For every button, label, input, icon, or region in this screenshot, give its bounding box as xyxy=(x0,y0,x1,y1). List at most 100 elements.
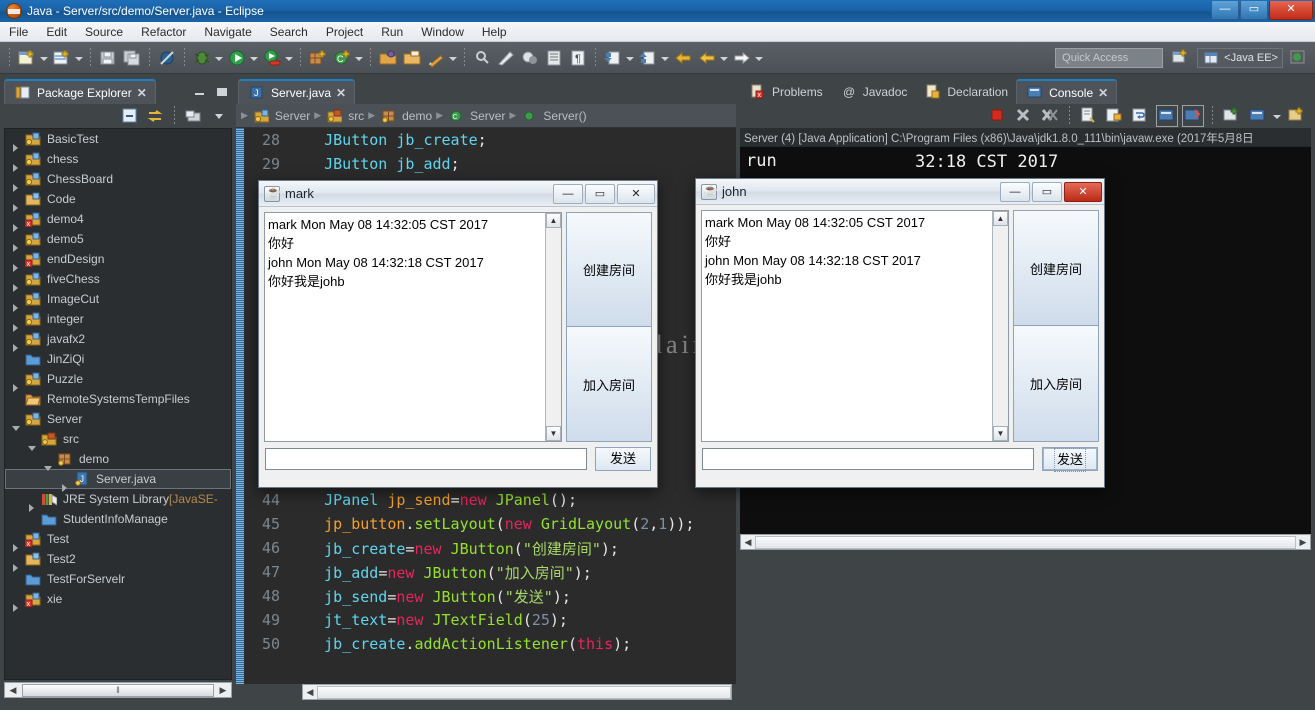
hscroll-track[interactable] xyxy=(317,685,731,699)
save-icon[interactable] xyxy=(98,48,118,68)
new-console-view-icon[interactable] xyxy=(1287,106,1307,126)
tree-item-chess[interactable]: chess xyxy=(5,149,231,172)
tree-item-server-java[interactable]: J Server.java xyxy=(5,469,231,492)
open-type-icon[interactable] xyxy=(378,48,398,68)
chat-vscrollbar[interactable]: ▲ ▼ xyxy=(545,213,561,441)
scroll-lock-icon[interactable] xyxy=(1105,106,1125,126)
scroll-up-icon[interactable]: ▲ xyxy=(993,211,1008,226)
tab-console[interactable]: Console ✕ xyxy=(1016,79,1118,104)
dialog-close-button[interactable]: ✕ xyxy=(1064,181,1102,202)
tab-declaration[interactable]: Declaration xyxy=(915,79,1016,104)
hscroll-track[interactable] xyxy=(755,535,1296,549)
dialog-minimize-button[interactable]: — xyxy=(1000,181,1030,202)
menu-window[interactable]: Window xyxy=(412,23,473,41)
new-java-project-chevron-down-icon[interactable] xyxy=(74,48,83,68)
search-icon[interactable] xyxy=(472,48,492,68)
edit-chevron-down-icon[interactable] xyxy=(448,48,457,68)
menu-source[interactable]: Source xyxy=(76,23,132,41)
code-line[interactable]: 28 JButton jb_create; xyxy=(236,128,736,152)
dialog-maximize-button[interactable]: ▭ xyxy=(1032,181,1062,202)
skip-breakpoints-icon[interactable] xyxy=(157,48,177,68)
tree-item-chessboard[interactable]: ChessBoard xyxy=(5,169,231,192)
hscroll-thumb[interactable]: ‖ xyxy=(22,683,214,697)
close-icon[interactable]: ✕ xyxy=(137,86,147,100)
close-icon[interactable]: ✕ xyxy=(336,86,346,100)
scroll-right-icon[interactable]: ▶ xyxy=(215,685,231,696)
new-wizard-chevron-down-icon[interactable] xyxy=(39,48,48,68)
next-annotation-chevron-down-icon[interactable] xyxy=(660,48,669,68)
code-line[interactable]: 45 jp_button.setLayout(new GridLayout(2,… xyxy=(236,512,736,536)
run-chevron-down-icon[interactable] xyxy=(249,48,258,68)
maximize-icon[interactable] xyxy=(214,84,230,100)
tree-item-xie[interactable]: x xie xyxy=(5,589,231,612)
java-perspective-icon[interactable] xyxy=(1289,48,1309,68)
show-console-on-output-icon[interactable] xyxy=(1156,105,1178,127)
new-class-icon[interactable]: C xyxy=(332,48,352,68)
scroll-right-icon[interactable]: ▶ xyxy=(1296,537,1310,548)
new-class-chevron-down-icon[interactable] xyxy=(354,48,363,68)
previous-annotation-chevron-down-icon[interactable] xyxy=(625,48,634,68)
tree-item-fivechess[interactable]: fiveChess xyxy=(5,269,231,292)
tab-javadoc[interactable]: @ Javadoc xyxy=(831,79,916,104)
debug-chevron-down-icon[interactable] xyxy=(214,48,223,68)
close-button[interactable]: ✕ xyxy=(1269,1,1313,20)
debug-icon[interactable] xyxy=(192,48,212,68)
scroll-down-icon[interactable]: ▼ xyxy=(546,426,561,441)
tree-item-integer[interactable]: integer xyxy=(5,309,231,332)
save-all-icon[interactable] xyxy=(122,48,142,68)
quick-access-input[interactable]: Quick Access xyxy=(1055,47,1164,68)
code-line[interactable]: 47 jb_add=new JButton("加入房间"); xyxy=(236,560,736,584)
scroll-up-icon[interactable]: ▲ xyxy=(546,213,561,228)
room-button-join[interactable]: 加入房间 xyxy=(566,327,652,442)
code-line[interactable]: 48 jb_send=new JButton("发送"); xyxy=(236,584,736,608)
tree-item-demo5[interactable]: demo5 xyxy=(5,229,231,252)
tree-item-studentinfomanage[interactable]: StudentInfoManage xyxy=(5,509,231,529)
open-task-icon[interactable] xyxy=(402,48,422,68)
tree-item-jre-system-library[interactable]: JRE System Library [JavaSE- xyxy=(5,489,231,512)
scroll-down-icon[interactable]: ▼ xyxy=(993,426,1008,441)
tree-item-enddesign[interactable]: x endDesign xyxy=(5,249,231,272)
remove-launch-icon[interactable] xyxy=(1014,106,1034,126)
chat-window-mark[interactable]: mark — ▭ ✕ mark Mon May 08 14:32:05 CST … xyxy=(258,180,658,488)
menu-file[interactable]: File xyxy=(0,23,37,41)
dialog-titlebar[interactable]: john — ▭ ✕ xyxy=(696,179,1104,205)
minimize-icon[interactable] xyxy=(192,84,208,100)
tree-item-testforservelr[interactable]: TestForServelr xyxy=(5,569,231,589)
code-line[interactable]: 49 jt_text=new JTextField(25); xyxy=(236,608,736,632)
message-input[interactable] xyxy=(702,448,1034,470)
previous-annotation-icon[interactable] xyxy=(603,48,623,68)
tree-item-demo[interactable]: demo xyxy=(5,449,231,471)
code-line[interactable]: 46 jb_create=new JButton("创建房间"); xyxy=(236,536,736,560)
chat-text-area[interactable]: mark Mon May 08 14:32:05 CST 2017 你好 john … xyxy=(264,212,562,442)
toggle-mark-occurrences-icon[interactable] xyxy=(520,48,540,68)
breadcrumb[interactable]: ▶ Server ▶ src ▶ demo ▶ C Server ▶ Server() xyxy=(236,104,736,128)
tab-package-explorer[interactable]: Package Explorer ✕ xyxy=(4,79,156,104)
display-selected-console-icon[interactable] xyxy=(1222,106,1242,126)
tree-item-jinziqi[interactable]: JinZiQi xyxy=(5,349,231,369)
console-menu-chevron-icon[interactable] xyxy=(1272,106,1281,126)
code-line[interactable]: 50 jb_create.addActionListener(this); xyxy=(236,632,736,656)
dialog-close-button[interactable]: ✕ xyxy=(617,183,655,204)
breadcrumb-item-server[interactable]: Server xyxy=(252,108,310,123)
dialog-minimize-button[interactable]: — xyxy=(553,183,583,204)
message-input[interactable] xyxy=(265,448,587,470)
tree-item-test[interactable]: x Test xyxy=(5,529,231,552)
tree-item-code[interactable]: Code xyxy=(5,189,231,212)
minimize-button[interactable]: — xyxy=(1211,1,1239,20)
scroll-left-icon[interactable]: ◀ xyxy=(303,687,317,698)
forward-chevron-down-icon[interactable] xyxy=(754,48,763,68)
new-java-project-icon[interactable] xyxy=(52,48,72,68)
back-history-icon[interactable] xyxy=(697,48,717,68)
menu-edit[interactable]: Edit xyxy=(37,23,76,41)
annotation-icon[interactable] xyxy=(496,48,516,68)
tree-item-server[interactable]: Server xyxy=(5,409,231,431)
scroll-left-icon[interactable]: ◀ xyxy=(741,537,755,548)
open-perspective-icon[interactable] xyxy=(1171,48,1191,68)
chat-text-area[interactable]: mark Mon May 08 14:32:05 CST 2017 你好 john … xyxy=(701,210,1009,442)
chat-vscrollbar[interactable]: ▲ ▼ xyxy=(992,211,1008,441)
chat-window-john[interactable]: john — ▭ ✕ mark Mon May 08 14:32:05 CST … xyxy=(695,178,1105,488)
send-button[interactable]: 发送 xyxy=(1042,447,1098,472)
close-icon[interactable]: ✕ xyxy=(1098,86,1108,100)
focus-on-active-task-icon[interactable] xyxy=(185,107,203,125)
tree-item-demo4[interactable]: x demo4 xyxy=(5,209,231,232)
